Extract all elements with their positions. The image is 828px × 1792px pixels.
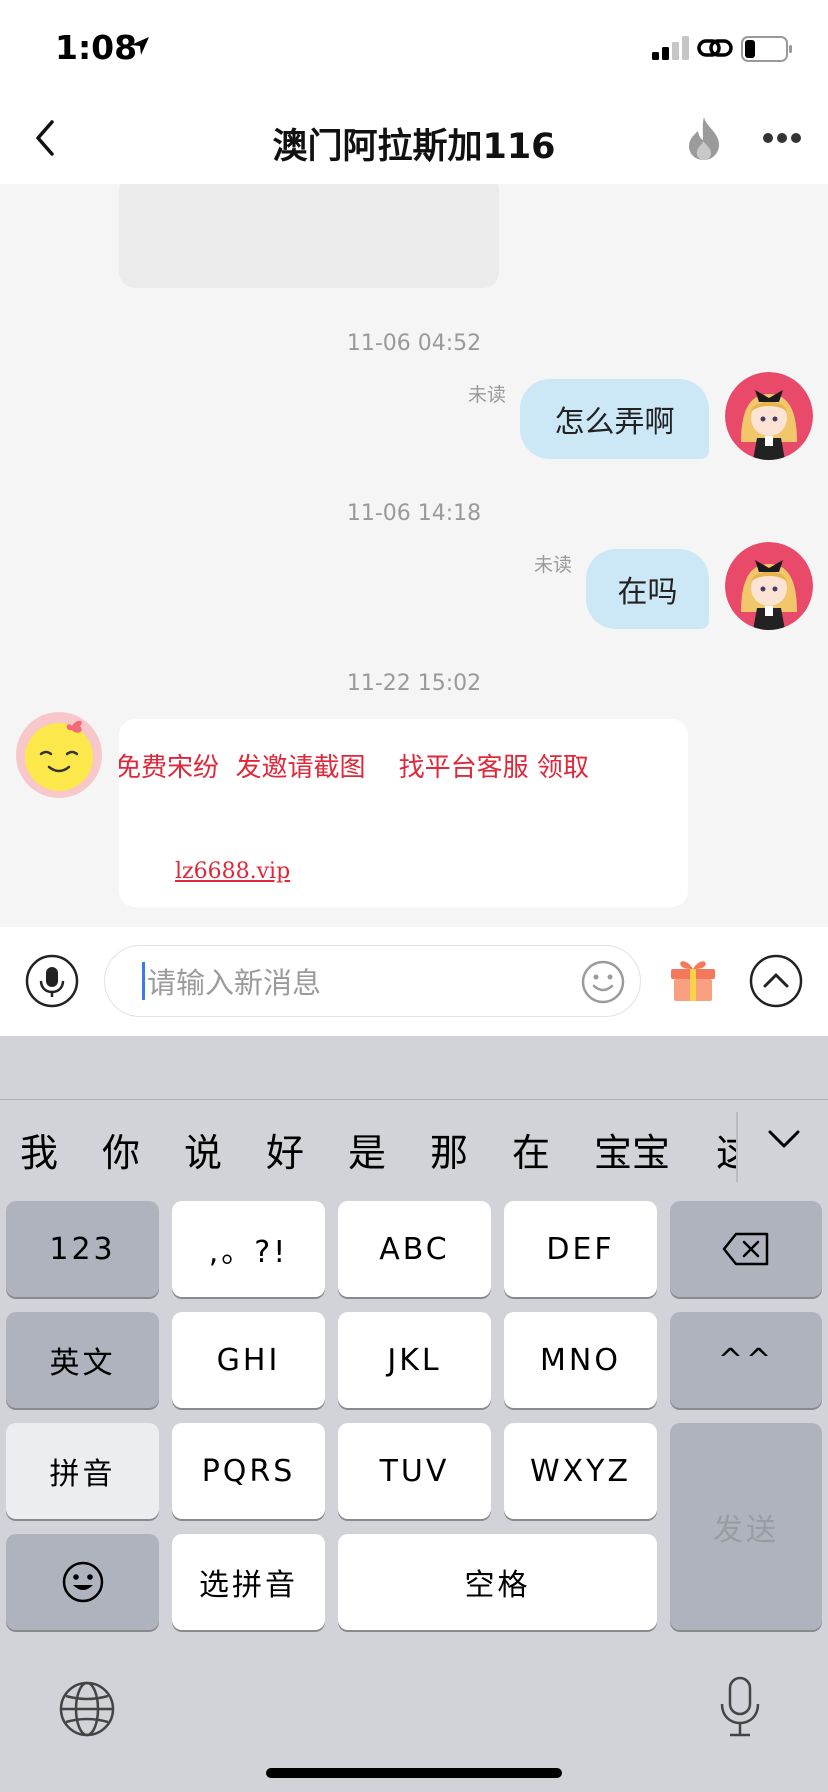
message-input[interactable]: 请输入新消息 — [104, 945, 641, 1017]
unread-label: 未读 — [534, 554, 573, 576]
candidate-word[interactable]: 你 — [102, 1122, 140, 1177]
unread-label: 未读 — [468, 384, 507, 406]
key-pinyin[interactable]: 拼音 — [6, 1423, 159, 1519]
location-arrow-icon — [131, 37, 149, 55]
dictation-icon[interactable] — [718, 1676, 762, 1738]
battery-icon — [741, 36, 792, 62]
key-space[interactable]: 空格 — [338, 1534, 657, 1630]
nav-bar: 澳门阿拉斯加116 — [0, 96, 828, 184]
key-pqrs[interactable]: PQRS — [172, 1423, 325, 1519]
user-avatar[interactable] — [725, 542, 813, 630]
message-timestamp: 11-06 14:18 — [346, 501, 482, 526]
candidate-word[interactable]: 好 — [266, 1122, 304, 1177]
contact-avatar[interactable] — [16, 712, 102, 798]
more-icon[interactable] — [762, 130, 802, 146]
microphone-icon[interactable] — [25, 954, 79, 1008]
key-jkl[interactable]: JKL — [338, 1312, 491, 1408]
gift-icon[interactable] — [668, 953, 718, 1003]
chevron-up-icon[interactable] — [749, 954, 803, 1008]
backspace-icon — [722, 1232, 769, 1266]
key-wxyz[interactable]: WXYZ — [504, 1423, 657, 1519]
globe-icon[interactable] — [58, 1680, 116, 1738]
home-indicator — [266, 1768, 562, 1778]
key-abc[interactable]: ABC — [338, 1201, 491, 1297]
candidate-word[interactable]: 我 — [20, 1122, 58, 1177]
candidate-word[interactable]: 这 — [716, 1122, 736, 1177]
sent-message-bubble[interactable]: 在吗 — [586, 549, 709, 629]
smiley-icon — [62, 1561, 103, 1603]
keyboard: 我 你 说 好 是 那 在 宝宝 这 123 ,。?! ABC DEF 英文 G… — [0, 1036, 828, 1792]
message-timestamp: 11-22 15:02 — [346, 671, 482, 696]
send-key[interactable]: 发送 — [670, 1423, 822, 1630]
candidate-word[interactable]: 在 — [512, 1122, 550, 1177]
key-ghi[interactable]: GHI — [172, 1312, 325, 1408]
key-tuv[interactable]: TUV — [338, 1423, 491, 1519]
key-emoticon[interactable]: ^^ — [670, 1312, 822, 1408]
message-timestamp: 11-06 04:52 — [346, 331, 482, 356]
candidate-divider — [736, 1112, 738, 1182]
key-select-pinyin[interactable]: 选拼音 — [172, 1534, 325, 1630]
text-caret — [142, 962, 145, 1000]
candidate-word[interactable]: 那 — [430, 1122, 468, 1177]
key-123[interactable]: 123 — [6, 1201, 159, 1297]
link-icon — [697, 39, 733, 57]
candidate-word[interactable]: 宝宝 — [594, 1122, 670, 1177]
status-time: 1:08 — [55, 28, 138, 67]
input-bar: 请输入新消息 — [0, 927, 828, 1036]
promo-url[interactable]: lz6688.vip — [175, 859, 290, 884]
fire-icon[interactable] — [686, 115, 722, 161]
key-english[interactable]: 英文 — [6, 1312, 159, 1408]
chevron-down-icon[interactable] — [764, 1124, 804, 1154]
key-mno[interactable]: MNO — [504, 1312, 657, 1408]
sent-message-bubble[interactable]: 怎么弄啊 — [520, 379, 709, 459]
user-avatar[interactable] — [725, 372, 813, 460]
promo-text: 免费宋纷 发邀请截图 找平台客服 领取 — [119, 753, 589, 783]
status-bar: 1:08 — [0, 0, 828, 96]
promo-image-message[interactable]: 免费宋纷 发邀请截图 找平台客服 领取 lz6688.vip — [119, 719, 688, 907]
signal-icon — [652, 36, 689, 60]
candidate-bar: 我 你 说 好 是 那 在 宝宝 这 — [0, 1100, 828, 1184]
message-input-placeholder: 请输入新消息 — [147, 966, 322, 1000]
candidate-word[interactable]: 说 — [184, 1122, 222, 1177]
key-backspace[interactable] — [670, 1201, 822, 1297]
key-punctuation[interactable]: ,。?! — [172, 1201, 325, 1297]
candidate-word[interactable]: 是 — [348, 1122, 386, 1177]
key-emoji[interactable] — [6, 1534, 159, 1630]
chat-area[interactable]: 11-06 04:52 未读 怎么弄啊 11-06 14:18 未读 在吗 11… — [0, 184, 828, 927]
previous-message-bubble[interactable] — [119, 184, 499, 288]
key-def[interactable]: DEF — [504, 1201, 657, 1297]
emoji-icon[interactable] — [581, 960, 625, 1004]
